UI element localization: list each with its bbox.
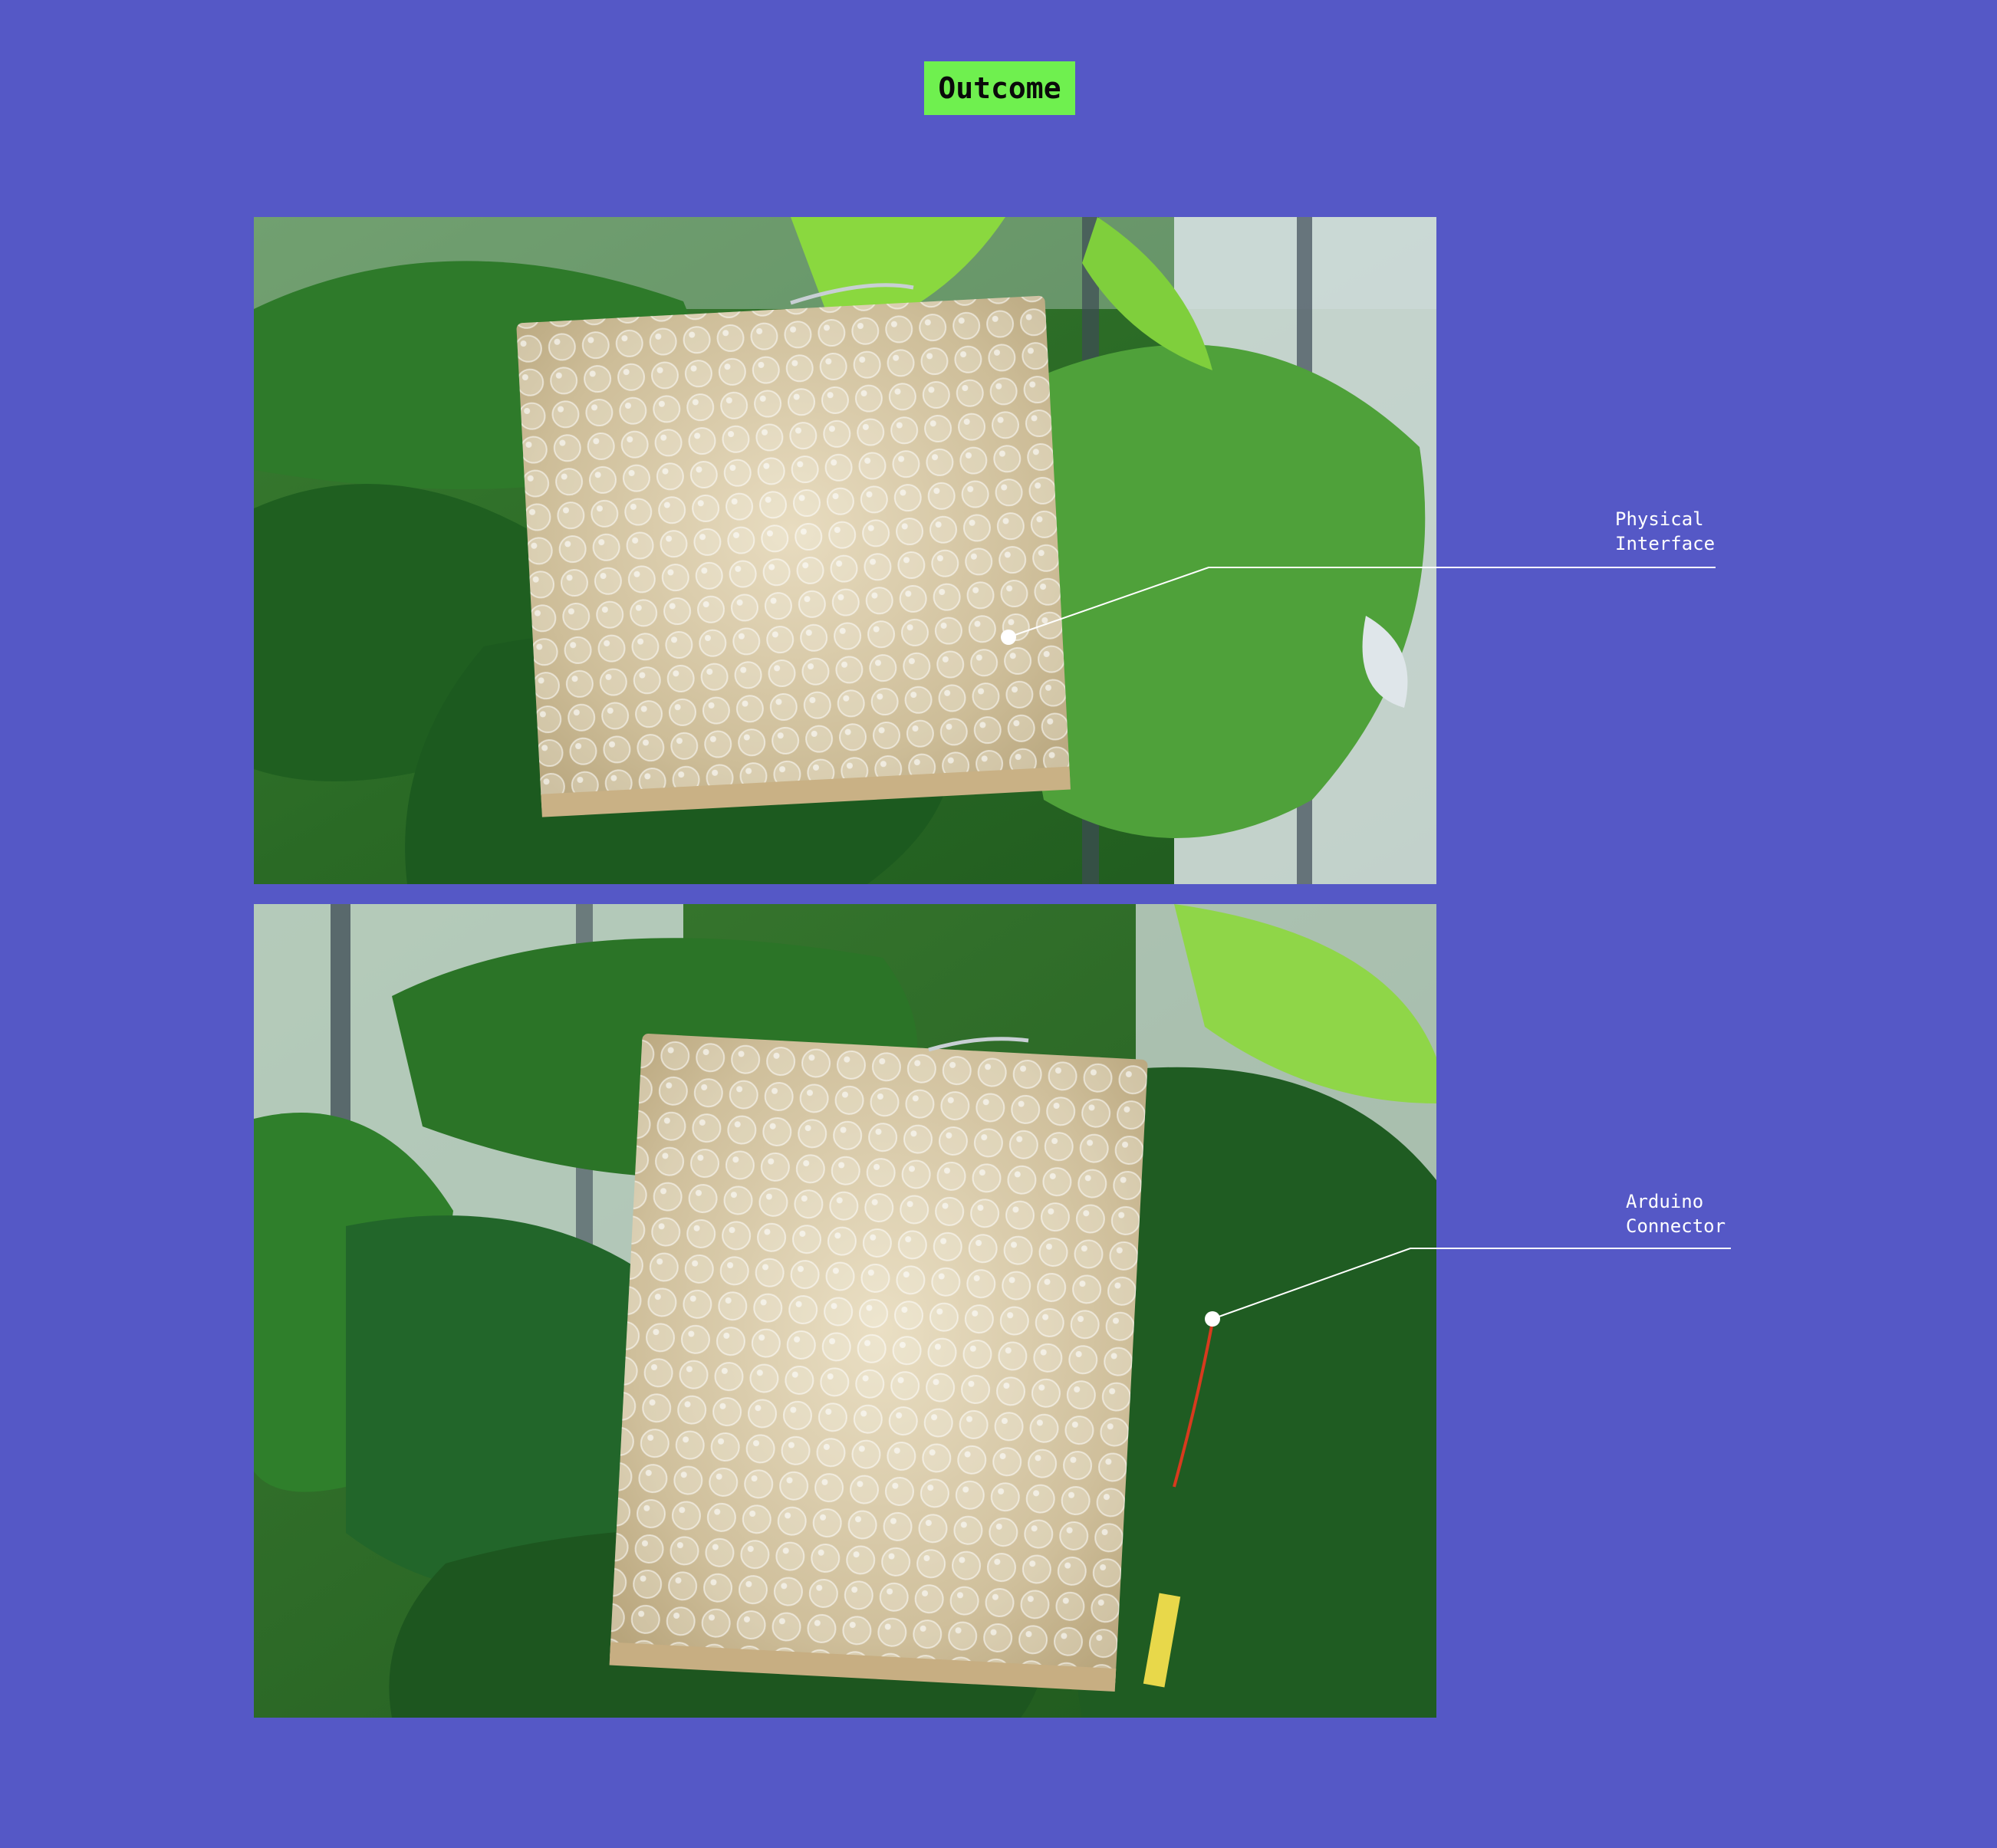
annotation-line-2: Interface	[1615, 533, 1716, 554]
outcome-photo-top	[254, 217, 1436, 884]
section-title: Outcome	[924, 61, 1075, 115]
annotation-line-2: Connector	[1626, 1215, 1726, 1237]
annotation-label-arduino-connector: Arduino Connector	[1626, 1189, 1726, 1238]
annotation-label-physical-interface: Physical Interface	[1615, 507, 1715, 556]
annotation-line-1: Arduino	[1626, 1191, 1704, 1212]
outcome-photo-bottom	[254, 904, 1436, 1718]
annotation-line-1: Physical	[1615, 508, 1704, 530]
